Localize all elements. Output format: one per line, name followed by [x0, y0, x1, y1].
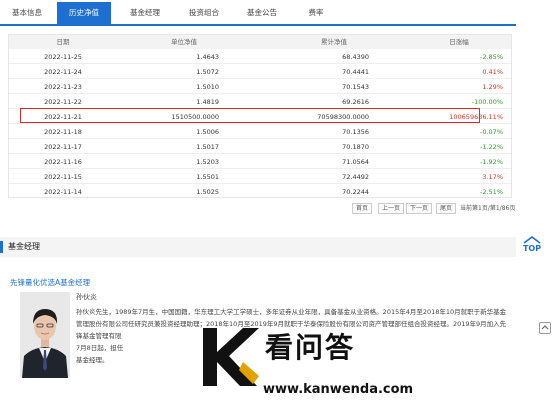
- tab-history-nav[interactable]: 历史净值: [57, 2, 111, 24]
- table-row: 2022-11-25 1.4643 68.4390 -2.85%: [9, 50, 511, 64]
- row-unit-nav: 1.5010: [196, 83, 219, 91]
- row-unit-nav: 1.5072: [196, 68, 219, 76]
- anomaly-highlight-box: [20, 108, 480, 123]
- row-unit-nav: 1.5025: [196, 188, 219, 196]
- table-row: 2022-11-16 1.5203 71.0564 -1.92%: [9, 155, 511, 169]
- row-daily-change: -100.00%: [471, 98, 503, 106]
- row-date: 2022-11-15: [44, 173, 82, 181]
- row-acc-nav: 70.1356: [342, 128, 369, 136]
- row-date: 2022-11-22: [44, 98, 82, 106]
- row-acc-nav: 70.2244: [342, 188, 369, 196]
- next-page-button[interactable]: 下一页: [406, 203, 433, 214]
- table-row: 2022-11-24 1.5072 70.4441 0.41%: [9, 65, 511, 79]
- first-page-button[interactable]: 首页: [352, 203, 373, 214]
- row-daily-change: 0.41%: [482, 68, 503, 76]
- manager-photo: [20, 292, 70, 378]
- page-info: 当前第1页/第1/86页: [460, 205, 516, 212]
- header-daily-change: 日涨幅: [449, 38, 469, 46]
- row-daily-change: 3.17%: [482, 173, 503, 181]
- watermark: 看问答 www.kanwenda.com: [195, 322, 465, 412]
- row-acc-nav: 69.2616: [342, 98, 369, 106]
- section-accent-bar: [0, 241, 3, 253]
- table-header: 日期 单位净值 累计净值 日涨幅: [9, 35, 511, 49]
- chevron-up-small-icon: [541, 325, 549, 330]
- row-unit-nav: 1.5017: [196, 143, 219, 151]
- watermark-url: www.kanwenda.com: [263, 382, 414, 397]
- row-daily-change: -0.07%: [480, 128, 503, 136]
- row-unit-nav: 1.5203: [196, 158, 219, 166]
- row-date: 2022-11-23: [44, 83, 82, 91]
- section-header: 基金经理: [0, 237, 516, 257]
- table-row: 2022-11-15 1.5501 72.4492 3.17%: [9, 170, 511, 184]
- manager-bio-line: 7月8日起，担任: [76, 344, 124, 352]
- manager-bio-line: 锋基金管理有限: [76, 332, 122, 340]
- header-acc-nav: 累计净值: [321, 38, 347, 46]
- manager-fund-link[interactable]: 先锋量化优选A基金经理: [10, 277, 90, 288]
- section-title: 基金经理: [8, 242, 40, 251]
- row-daily-change: 1.29%: [482, 83, 503, 91]
- table-row: 2022-11-18 1.5006 70.1356 -0.07%: [9, 125, 511, 139]
- prev-page-button[interactable]: 上一页: [378, 203, 405, 214]
- table-row: 2022-11-17 1.5017 70.1870 -1.22%: [9, 140, 511, 154]
- row-date: 2022-11-14: [44, 188, 82, 196]
- row-date: 2022-11-25: [44, 53, 82, 61]
- tab-portfolio[interactable]: 投资组合: [178, 2, 230, 24]
- row-date: 2022-11-18: [44, 128, 82, 136]
- row-date: 2022-11-16: [44, 158, 82, 166]
- watermark-logo-icon: [203, 328, 259, 386]
- row-acc-nav: 70.1543: [342, 83, 369, 91]
- row-acc-nav: 68.4390: [342, 53, 369, 61]
- tab-fees[interactable]: 费率: [296, 2, 336, 24]
- last-page-button[interactable]: 尾页: [436, 203, 457, 214]
- row-acc-nav: 70.4441: [342, 68, 369, 76]
- back-to-top-label: TOP: [522, 244, 542, 253]
- row-acc-nav: 71.0564: [342, 158, 369, 166]
- table-row: 2022-11-14 1.5025 70.2244 -2.51%: [9, 185, 511, 199]
- header-date: 日期: [56, 38, 70, 46]
- row-daily-change: -1.92%: [480, 158, 503, 166]
- row-daily-change: -2.85%: [480, 53, 503, 61]
- row-unit-nav: 1.5501: [196, 173, 219, 181]
- tab-basic-info[interactable]: 基本信息: [4, 2, 50, 24]
- chevron-up-icon: [523, 236, 541, 244]
- table-row: 2022-11-23 1.5010 70.1543 1.29%: [9, 80, 511, 94]
- row-acc-nav: 72.4492: [342, 173, 369, 181]
- manager-name: 孙伙炎: [76, 293, 97, 301]
- row-daily-change: -1.22%: [480, 143, 503, 151]
- tab-bar: 基本信息 历史净值 基金经理 投资组合 基金公告 费率: [0, 2, 516, 26]
- manager-bio-line: 孙伙炎先生，1989年7月生，中国国籍，华东理工大学工学硕士，多年证券从业年限，…: [76, 308, 507, 316]
- row-daily-change: -2.51%: [480, 188, 503, 196]
- row-date: 2022-11-17: [44, 143, 82, 151]
- row-unit-nav: 1.5006: [196, 128, 219, 136]
- row-unit-nav: 1.4819: [196, 98, 219, 106]
- scroll-icon[interactable]: [539, 322, 551, 334]
- row-acc-nav: 70.1870: [342, 143, 369, 151]
- back-to-top-button[interactable]: TOP: [517, 236, 547, 253]
- row-unit-nav: 1.4643: [196, 53, 219, 61]
- row-date: 2022-11-24: [44, 68, 82, 76]
- header-unit-nav: 单位净值: [171, 38, 197, 46]
- watermark-text: 看问答: [265, 331, 356, 364]
- fund-page: 基本信息 历史净值 基金经理 投资组合 基金公告 费率 日期 单位净值 累计净值…: [0, 0, 516, 412]
- tab-announcements[interactable]: 基金公告: [236, 2, 288, 24]
- table-row: 2022-11-22 1.4819 69.2616 -100.00%: [9, 95, 511, 109]
- tab-fund-manager[interactable]: 基金经理: [119, 2, 171, 24]
- manager-bio-line: 基金经理。: [76, 356, 109, 364]
